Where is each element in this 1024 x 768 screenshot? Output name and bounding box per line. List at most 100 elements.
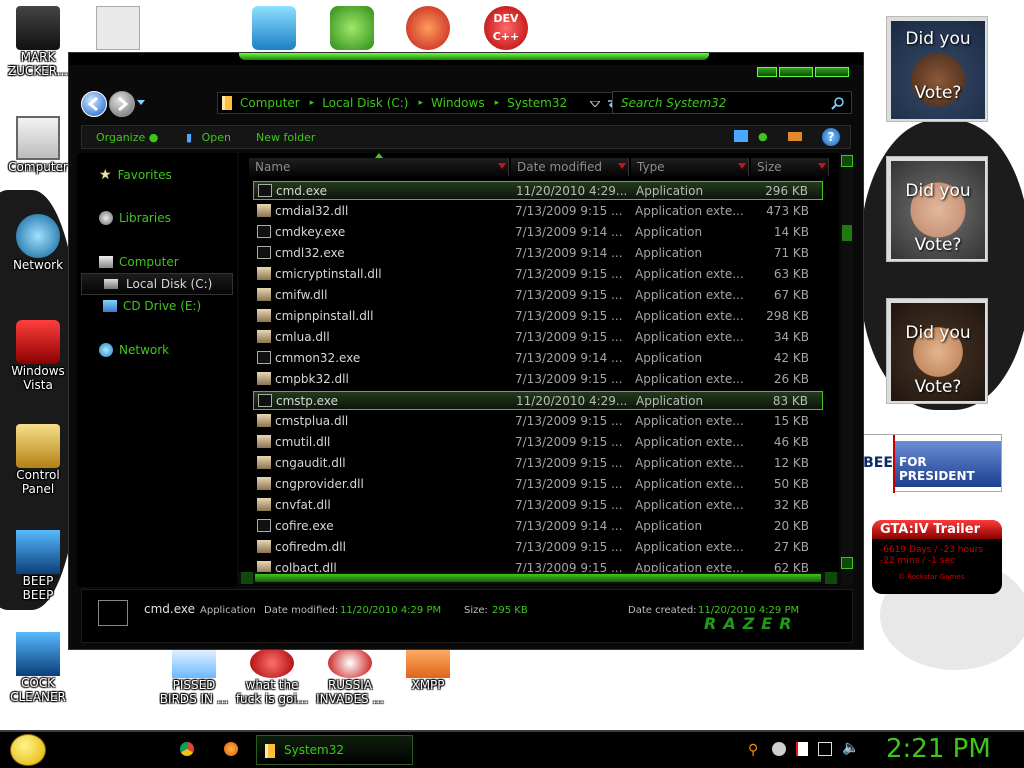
column-header-type[interactable]: Type bbox=[631, 158, 749, 176]
desktop-icon-beep[interactable]: BEEP BEEP bbox=[0, 530, 76, 602]
nav-network[interactable]: Network bbox=[99, 343, 169, 357]
explorer-window[interactable]: Computer ▸ Local Disk (C:) ▸ Windows ▸ S… bbox=[68, 52, 864, 650]
search-icon[interactable] bbox=[831, 96, 845, 110]
horizontal-scrollbar[interactable] bbox=[239, 572, 839, 584]
file-name: cmstp.exe bbox=[276, 394, 338, 408]
firefox-icon[interactable] bbox=[224, 742, 238, 756]
desktop-icon-devcpp[interactable]: DEV C++ bbox=[468, 6, 544, 50]
chevron-down-icon[interactable] bbox=[738, 163, 746, 169]
address-bar[interactable]: Computer ▸ Local Disk (C:) ▸ Windows ▸ S… bbox=[217, 92, 629, 114]
desktop-icon-network[interactable]: Network bbox=[0, 214, 76, 272]
view-dot-icon[interactable]: ● bbox=[758, 130, 768, 143]
desktop-icon-mark[interactable]: MARK ZUCKER... bbox=[0, 6, 76, 78]
file-size: 26 KB bbox=[773, 372, 809, 386]
open-button[interactable]: ▮ Open bbox=[186, 131, 231, 144]
table-row[interactable]: cmdkey.exe 7/13/2009 9:14 ... Application 1… bbox=[253, 223, 823, 242]
desktop-icon-control-panel[interactable]: Control Panel bbox=[0, 424, 76, 496]
nav-libraries[interactable]: Libraries bbox=[99, 211, 171, 225]
table-row[interactable]: cngprovider.dll 7/13/2009 9:15 ... Applica… bbox=[253, 475, 823, 494]
chevron-down-icon[interactable] bbox=[498, 163, 506, 169]
desktop-icon-computer[interactable]: Computer bbox=[0, 116, 76, 174]
desktop-icon-paper[interactable] bbox=[80, 6, 156, 50]
scroll-up-button[interactable] bbox=[841, 155, 853, 167]
scroll-thumb[interactable] bbox=[842, 225, 852, 241]
table-row[interactable]: cmpbk32.dll 7/13/2009 9:15 ... Application… bbox=[253, 370, 823, 389]
minimize-button[interactable] bbox=[757, 67, 777, 77]
table-row[interactable]: cmlua.dll 7/13/2009 9:15 ... Application e… bbox=[253, 328, 823, 347]
preview-pane-icon[interactable] bbox=[788, 132, 802, 141]
chevron-down-icon[interactable] bbox=[618, 163, 626, 169]
nav-favorites[interactable]: ★ Favorites bbox=[99, 167, 172, 183]
column-header-name[interactable]: Name bbox=[249, 158, 509, 176]
table-row[interactable]: cnvfat.dll 7/13/2009 9:15 ... Application … bbox=[253, 496, 823, 515]
table-row[interactable]: cmd.exe 11/20/2010 4:29... Application 296 … bbox=[253, 181, 823, 200]
chevron-down-icon[interactable] bbox=[818, 163, 826, 169]
desktop-icon-cleaner[interactable]: COCK CLEANER bbox=[0, 632, 76, 704]
table-row[interactable]: cngaudit.dll 7/13/2009 9:15 ... Applicatio… bbox=[253, 454, 823, 473]
vertical-scrollbar[interactable] bbox=[841, 153, 853, 585]
desktop-icon-xmpp[interactable]: XMPP bbox=[390, 648, 466, 692]
table-row[interactable]: cmmon32.exe 7/13/2009 9:14 ... Application… bbox=[253, 349, 823, 368]
h-scroll-thumb[interactable] bbox=[255, 574, 821, 582]
new-folder-button[interactable]: New folder bbox=[256, 131, 315, 144]
tray-network-icon[interactable] bbox=[818, 742, 832, 756]
desktop-icon-windows-vista[interactable]: Windows Vista bbox=[0, 320, 76, 392]
table-row[interactable]: cmdial32.dll 7/13/2009 9:15 ... Applicatio… bbox=[253, 202, 823, 221]
address-dropdown-icon[interactable] bbox=[590, 101, 600, 107]
search-box[interactable]: Search System32 bbox=[612, 91, 852, 114]
scroll-down-button[interactable] bbox=[841, 557, 853, 569]
nav-cd-drive[interactable]: CD Drive (E:) bbox=[103, 299, 201, 313]
breadcrumb-windows[interactable]: Windows bbox=[431, 96, 485, 110]
taskbar-item-system32[interactable]: System32 bbox=[256, 735, 413, 765]
gta-gadget[interactable]: GTA:IV Trailer -6619 Days / -23 hours -2… bbox=[872, 520, 1002, 594]
table-row[interactable]: cmifw.dll 7/13/2009 9:15 ... Application e… bbox=[253, 286, 823, 305]
column-header-date[interactable]: Date modified bbox=[511, 158, 629, 176]
column-header-size[interactable]: Size bbox=[751, 158, 829, 176]
desktop-icon-game[interactable] bbox=[314, 6, 390, 50]
tray-volume-icon[interactable]: 🔈 bbox=[842, 740, 859, 756]
tray-search-icon[interactable]: ⚲ bbox=[748, 742, 758, 758]
file-name: cmdial32.dll bbox=[275, 204, 349, 218]
scroll-right-button[interactable] bbox=[825, 572, 837, 584]
details-size: 295 KB bbox=[492, 605, 528, 616]
clock[interactable]: 2:21 PM bbox=[886, 734, 991, 764]
breadcrumb-system32[interactable]: System32 bbox=[507, 96, 567, 110]
vote-gadget-clinton[interactable]: Did you Vote? bbox=[886, 298, 988, 404]
maximize-button[interactable] bbox=[779, 67, 813, 77]
tray-flag-icon[interactable] bbox=[796, 742, 808, 756]
table-row[interactable]: cmipnpinstall.dll 7/13/2009 9:15 ... Appli… bbox=[253, 307, 823, 326]
scroll-left-button[interactable] bbox=[241, 572, 253, 584]
tray-minus-icon[interactable] bbox=[772, 742, 786, 756]
table-row[interactable]: cmstp.exe 11/20/2010 4:29... Application 83… bbox=[253, 391, 823, 410]
star-icon: ★ bbox=[99, 167, 112, 183]
breadcrumb-computer[interactable]: Computer bbox=[240, 96, 300, 110]
help-icon[interactable]: ? bbox=[822, 128, 840, 146]
start-button[interactable] bbox=[10, 734, 46, 766]
table-row[interactable]: cmdl32.exe 7/13/2009 9:14 ... Application 7… bbox=[253, 244, 823, 263]
nav-local-disk[interactable]: Local Disk (C:) bbox=[81, 273, 233, 295]
taskbar-item-label: System32 bbox=[284, 743, 345, 757]
vote-gadget-obama[interactable]: Did you Vote? bbox=[886, 16, 988, 122]
vote-gadget-mccain[interactable]: Did you Vote? bbox=[886, 156, 988, 262]
table-row[interactable]: cofiredm.dll 7/13/2009 9:15 ... Applicatio… bbox=[253, 538, 823, 557]
back-button[interactable] bbox=[81, 91, 107, 117]
table-row[interactable]: cofire.exe 7/13/2009 9:14 ... Application 2… bbox=[253, 517, 823, 536]
file-name: cmd.exe bbox=[276, 184, 328, 198]
details-modified-label: Date modified: bbox=[264, 605, 339, 616]
close-button[interactable] bbox=[815, 67, 849, 77]
desktop-icon-birds[interactable]: PISSED BIRDS IN ... bbox=[156, 648, 232, 706]
breadcrumb-local-disk[interactable]: Local Disk (C:) bbox=[322, 96, 408, 110]
table-row[interactable]: cmutil.dll 7/13/2009 9:15 ... Application … bbox=[253, 433, 823, 452]
table-row[interactable]: cmstplua.dll 7/13/2009 9:15 ... Applicatio… bbox=[253, 412, 823, 431]
organize-button[interactable]: Organize ● bbox=[96, 131, 158, 144]
view-icon[interactable] bbox=[734, 130, 748, 142]
forward-button[interactable] bbox=[109, 91, 135, 117]
desktop-icon-launcher[interactable] bbox=[236, 6, 312, 50]
chrome-icon[interactable] bbox=[180, 742, 194, 756]
desktop-icon-wtf[interactable]: what the fuck is goi... bbox=[234, 648, 310, 706]
desktop-icon-russia[interactable]: RUSSIA INVADES ... bbox=[312, 648, 388, 706]
recent-pages-icon[interactable] bbox=[137, 100, 145, 106]
nav-computer[interactable]: Computer bbox=[99, 255, 179, 269]
desktop-icon-p[interactable] bbox=[390, 6, 466, 50]
table-row[interactable]: cmicryptinstall.dll 7/13/2009 9:15 ... App… bbox=[253, 265, 823, 284]
